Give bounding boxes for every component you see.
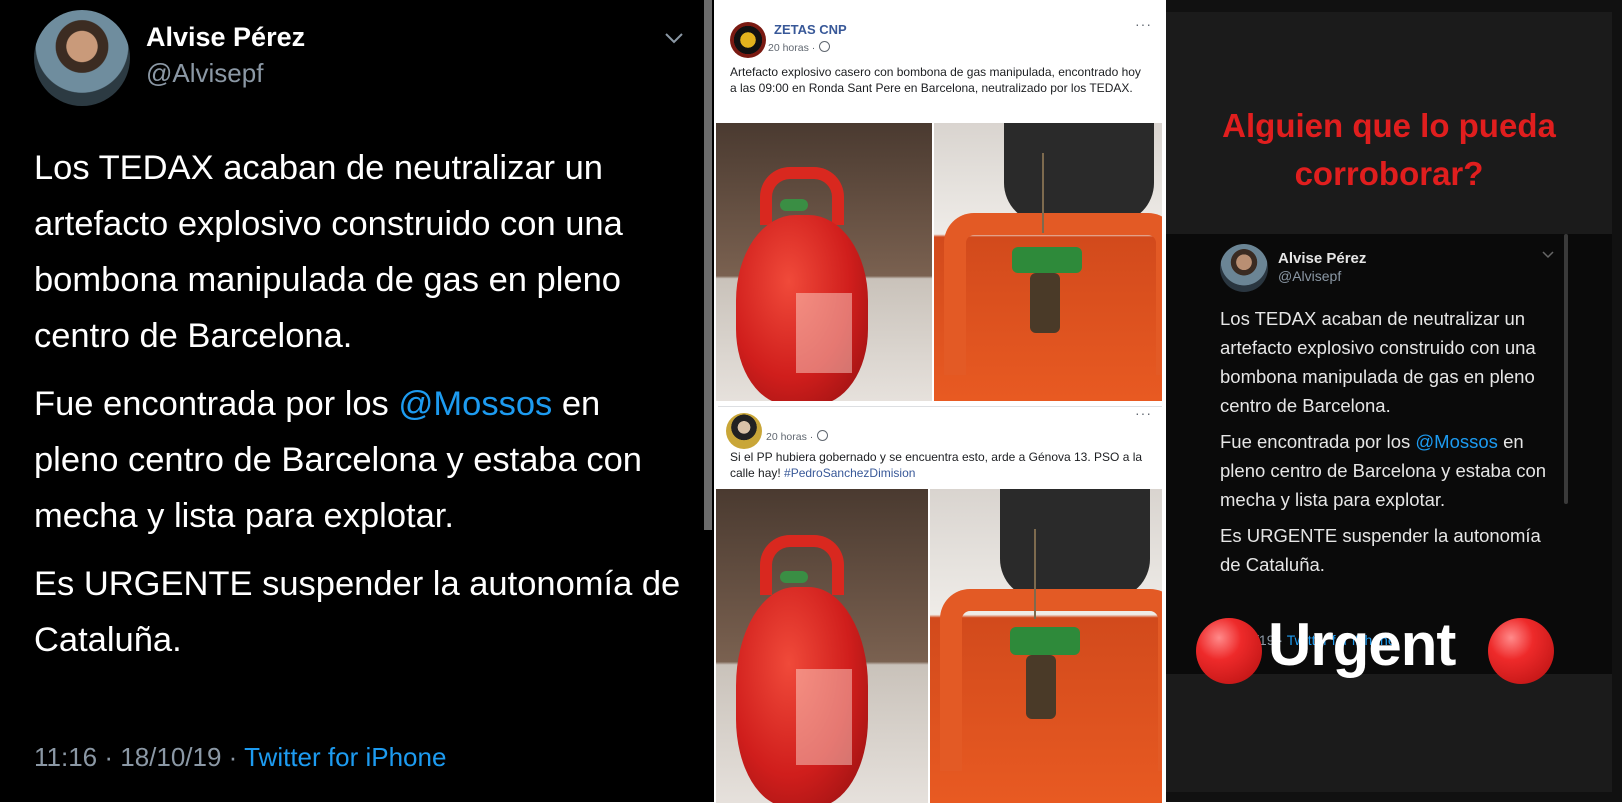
- tweet-paragraph: Es URGENTE suspender la autonomía de Cat…: [34, 565, 681, 659]
- fuse-body: [1030, 273, 1060, 333]
- tweet-body: Los TEDAX acaban de neutralizar un artef…: [34, 140, 694, 680]
- page-avatar[interactable]: [730, 22, 766, 58]
- instagram-story: Alguien que lo pueda corroborar? Alvise …: [1166, 0, 1622, 802]
- red-circle-icon: [1488, 618, 1554, 684]
- post-text: Si el PP hubiera gobernado y se encuentr…: [730, 449, 1148, 481]
- tweet-screenshot-dark: Alvise Pérez @Alvisepf Los TEDAX acaban …: [0, 0, 714, 802]
- valve: [780, 571, 808, 583]
- cylinder-label: [796, 293, 852, 373]
- facebook-post: ZETAS CNP ··· Artefacto explosivo casero…: [716, 0, 1162, 401]
- cylinder-label: [796, 669, 852, 765]
- post-time[interactable]: 20 horas ·: [766, 430, 829, 443]
- chevron-down-icon: [1542, 251, 1554, 259]
- post-text: Artefacto explosivo casero con bombona d…: [730, 65, 1141, 95]
- time-label: 20 horas ·: [768, 42, 816, 54]
- post-photo[interactable]: [934, 123, 1162, 401]
- post-menu-button[interactable]: ···: [1135, 405, 1152, 421]
- post-menu-button[interactable]: ···: [1135, 16, 1152, 32]
- tweet-paragraph: Los TEDAX acaban de neutralizar un artef…: [34, 149, 623, 355]
- author-handle[interactable]: @Alvisepf: [146, 58, 263, 89]
- urgent-sticker: Urgent: [1196, 611, 1596, 688]
- user-avatar[interactable]: [726, 413, 762, 449]
- page-name[interactable]: ZETAS CNP: [774, 22, 847, 37]
- facebook-post: ··· Si el PP hubiera gobernado y se encu…: [716, 405, 1162, 803]
- post-photo[interactable]: [930, 489, 1162, 803]
- background-object: [1000, 489, 1150, 599]
- author-name[interactable]: Alvise Pérez: [146, 22, 305, 53]
- tweet-body: Los TEDAX acaban de neutralizar un artef…: [1220, 304, 1560, 586]
- facebook-feed: ZETAS CNP ··· Artefacto explosivo casero…: [716, 0, 1162, 803]
- chevron-down-icon[interactable]: [664, 28, 684, 48]
- text-segment: Fue encontrada por los: [1220, 431, 1416, 452]
- post-photo[interactable]: [716, 489, 928, 803]
- globe-icon: [817, 430, 829, 441]
- valve: [780, 199, 808, 211]
- time-label: 20 horas ·: [766, 431, 814, 443]
- fuse-wire: [1034, 529, 1036, 619]
- background-object: [1004, 123, 1154, 223]
- tweet-meta: 11:16 · 18/10/19 · Twitter for iPhone: [34, 742, 446, 773]
- tweet-paragraph: Los TEDAX acaban de neutralizar un artef…: [1220, 308, 1536, 416]
- headline-line: Alguien que lo pueda: [1222, 107, 1556, 144]
- fuse-body: [1026, 655, 1056, 719]
- scrollbar: [1564, 234, 1568, 504]
- story-frame: Alguien que lo pueda corroborar? Alvise …: [1166, 12, 1612, 792]
- fuse-wire: [1042, 153, 1044, 233]
- headline-line: corroborar?: [1294, 155, 1484, 192]
- timestamp[interactable]: 11:16 · 18/10/19 ·: [34, 742, 244, 772]
- hashtag-link[interactable]: #PedroSanchezDimision: [784, 466, 915, 480]
- globe-icon: [819, 41, 831, 52]
- post-photo[interactable]: [716, 123, 932, 401]
- red-circle-icon: [1196, 618, 1262, 684]
- embedded-tweet-screenshot: Alvise Pérez @Alvisepf Los TEDAX acaban …: [1166, 234, 1612, 674]
- avatar[interactable]: [34, 10, 130, 106]
- tweet-paragraph: Fue encontrada por los @Mossos en pleno …: [1220, 427, 1560, 514]
- valve: [1012, 247, 1082, 273]
- post-time[interactable]: 20 horas ·: [768, 41, 831, 54]
- author-name: Alvise Pérez: [1278, 250, 1367, 267]
- tweet-paragraph: Fue encontrada por los @Mossos en pleno …: [34, 376, 694, 544]
- author-handle: @Alvisepf: [1278, 268, 1342, 284]
- cylinder-handle: [760, 535, 844, 595]
- story-headline: Alguien que lo pueda corroborar?: [1166, 102, 1612, 198]
- mention-link[interactable]: @Mossos: [398, 385, 552, 423]
- mention-link: @Mossos: [1415, 431, 1498, 452]
- avatar: [1220, 244, 1268, 292]
- valve: [1010, 627, 1080, 655]
- tweet-paragraph: Es URGENTE suspender la autonomía de Cat…: [1220, 525, 1541, 575]
- urgent-label: Urgent: [1268, 611, 1456, 678]
- text-segment: Fue encontrada por los: [34, 385, 399, 423]
- scrollbar[interactable]: [704, 0, 712, 530]
- source-link[interactable]: Twitter for iPhone: [244, 742, 446, 772]
